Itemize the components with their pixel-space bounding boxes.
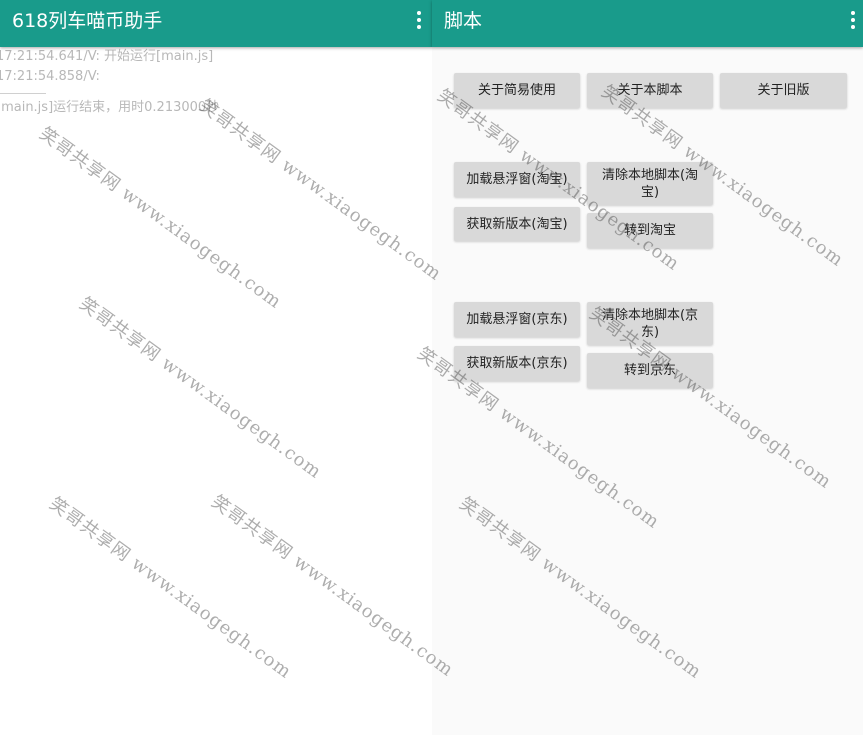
more-vert-icon[interactable] <box>843 10 863 32</box>
more-vert-icon[interactable] <box>409 10 429 32</box>
clear-local-taobao-button[interactable]: 清除本地脚本(淘宝) <box>587 162 713 205</box>
log-pane: 17:21:54.641/V: 开始运行[main.js] 17:21:54.8… <box>0 0 432 735</box>
goto-jd-button[interactable]: 转到京东 <box>587 353 713 388</box>
about-simple-button[interactable]: 关于简易使用 <box>454 73 580 108</box>
script-pane: 关于简易使用 关于本脚本 关于旧版 加载悬浮窗(淘宝) 清除本地脚本(淘宝) 获… <box>432 0 863 735</box>
about-old-button[interactable]: 关于旧版 <box>720 73 847 108</box>
app-title: 618列车喵币助手 <box>12 10 163 32</box>
load-float-taobao-button[interactable]: 加载悬浮窗(淘宝) <box>454 162 580 197</box>
load-float-jd-button[interactable]: 加载悬浮窗(京东) <box>454 302 580 337</box>
log-line: 17:21:54.641/V: 开始运行[main.js] <box>0 49 214 64</box>
goto-taobao-button[interactable]: 转到淘宝 <box>587 213 713 248</box>
log-separator <box>0 93 46 94</box>
script-app-bar: 脚本 <box>432 0 863 47</box>
log-line: 17:21:54.858/V: <box>0 69 100 84</box>
about-script-button[interactable]: 关于本脚本 <box>587 73 713 108</box>
app-bar: 618列车喵币助手 <box>0 0 432 47</box>
script-page-title: 脚本 <box>444 10 483 32</box>
get-new-taobao-button[interactable]: 获取新版本(淘宝) <box>454 207 580 241</box>
log-result: [main.js]运行结束，用时0.213000秒 <box>0 100 220 115</box>
console-log: 17:21:54.641/V: 开始运行[main.js] 17:21:54.8… <box>0 47 432 118</box>
clear-local-jd-button[interactable]: 清除本地脚本(京东) <box>587 302 713 345</box>
get-new-jd-button[interactable]: 获取新版本(京东) <box>454 346 580 381</box>
